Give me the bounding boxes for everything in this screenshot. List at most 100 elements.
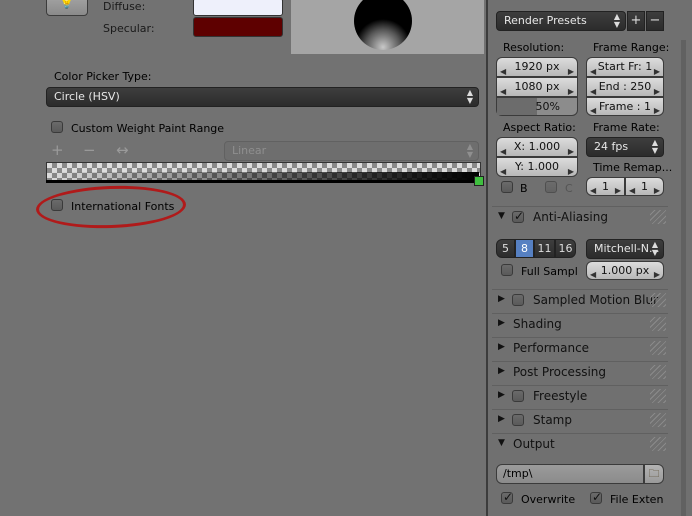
browse-folder-button[interactable]: 🗀	[644, 464, 664, 484]
minus-icon: −	[649, 13, 661, 28]
interpolation-dropdown[interactable]: Linear ▲ ▼	[224, 141, 479, 161]
dropdown-arrows-icon: ▲ ▼	[651, 240, 658, 257]
freestyle-title: Freestyle	[533, 389, 588, 403]
remove-stop-icon: −	[83, 141, 96, 159]
aspect-y-value: Y: 1.000	[515, 160, 559, 173]
custom-weight-label: Custom Weight Paint Range	[71, 122, 225, 135]
remap-old-field[interactable]: ◀ 1 ▶	[586, 177, 625, 196]
frame-step-value: Frame : 1	[599, 100, 651, 113]
time-remap-label: Time Remap...	[593, 161, 673, 174]
stamp-panel-header[interactable]: ▶ Stamp	[492, 409, 668, 431]
overwrite-label: Overwrite	[521, 493, 576, 506]
light-bulb-button[interactable]: 💡	[46, 0, 88, 16]
resolution-percent-slider[interactable]: 50%	[496, 97, 578, 116]
resolution-y-field[interactable]: ◀ 1080 px ▶	[496, 77, 578, 97]
frame-step-field[interactable]: ◀ Frame : 1 ▶	[586, 97, 664, 116]
filter-type-value: Mitchell-N...	[594, 242, 660, 255]
filter-size-value: 1.000 px	[600, 264, 650, 277]
light-bulb-icon: 💡	[58, 0, 76, 10]
post-processing-panel-header[interactable]: ▶ Post Processing	[492, 361, 668, 383]
aa-sample-5[interactable]: 5	[496, 239, 515, 258]
properties-scrollbar[interactable]	[681, 40, 686, 516]
stamp-title: Stamp	[533, 413, 572, 427]
drag-grip-icon[interactable]	[650, 317, 666, 331]
aspect-x-field[interactable]: ◀ X: 1.000 ▶	[496, 137, 578, 157]
performance-title: Performance	[513, 341, 590, 355]
resolution-percent-fill	[497, 98, 537, 115]
drag-grip-icon[interactable]	[650, 365, 666, 379]
specular-color-swatch[interactable]	[193, 17, 283, 37]
dropdown-arrows-icon: ▲ ▼	[651, 138, 658, 155]
aa-sample-16[interactable]: 16	[555, 239, 576, 258]
user-preferences-panel: 💡 Diffuse: Specular: Color Picker Type: …	[0, 0, 486, 516]
remap-new-value: 1	[641, 180, 648, 193]
frame-range-label: Frame Range:	[593, 41, 670, 54]
expanded-triangle-icon: ▼	[498, 211, 505, 221]
start-frame-field[interactable]: ◀ Start Fr: 1 ▶	[586, 57, 664, 77]
plus-icon: +	[630, 13, 642, 28]
custom-weight-checkbox[interactable]	[51, 121, 63, 133]
remove-preset-button[interactable]: −	[646, 11, 664, 31]
border-label: B	[520, 182, 528, 195]
drag-grip-icon[interactable]	[650, 413, 666, 427]
diffuse-color-swatch[interactable]	[193, 0, 283, 16]
end-frame-value: End : 250	[598, 80, 652, 93]
freestyle-checkbox[interactable]	[512, 390, 524, 402]
color-picker-type-dropdown[interactable]: Circle (HSV) ▲ ▼	[46, 87, 479, 107]
motion-blur-panel-header[interactable]: ▶ Sampled Motion Blur	[492, 289, 668, 311]
end-frame-field[interactable]: ◀ End : 250 ▶	[586, 77, 664, 97]
motion-blur-checkbox[interactable]	[512, 294, 524, 306]
overwrite-checkbox[interactable]	[501, 490, 513, 504]
dropdown-arrows-icon: ▲ ▼	[466, 88, 473, 105]
resolution-x-value: 1920 px	[514, 60, 560, 73]
drag-grip-icon[interactable]	[650, 341, 666, 355]
resolution-percent-value: 50%	[535, 100, 560, 113]
aa-sample-8[interactable]: 8	[515, 239, 534, 258]
color-picker-type-label: Color Picker Type:	[54, 70, 152, 83]
drag-grip-icon[interactable]	[650, 293, 666, 307]
aa-sample-11[interactable]: 11	[534, 239, 555, 258]
filter-type-dropdown[interactable]: Mitchell-N... ▲ ▼	[586, 239, 664, 259]
freestyle-panel-header[interactable]: ▶ Freestyle	[492, 385, 668, 407]
collapsed-triangle-icon: ▶	[498, 294, 505, 304]
output-title: Output	[513, 437, 555, 451]
crop-checkbox[interactable]	[545, 181, 557, 193]
frame-rate-value: 24 fps	[594, 140, 629, 153]
output-path-field[interactable]: /tmp\	[496, 464, 644, 484]
collapsed-triangle-icon: ▶	[498, 366, 505, 376]
file-extensions-checkbox[interactable]	[590, 490, 602, 504]
drag-grip-icon[interactable]	[650, 437, 666, 451]
color-ramp-edge	[46, 180, 479, 183]
full-sample-checkbox[interactable]	[501, 264, 513, 276]
drag-grip-icon[interactable]	[650, 210, 666, 224]
start-frame-value: Start Fr: 1	[597, 60, 653, 73]
stamp-checkbox[interactable]	[512, 414, 524, 426]
drag-grip-icon[interactable]	[650, 389, 666, 403]
aspect-y-field[interactable]: ◀ Y: 1.000 ▶	[496, 157, 578, 177]
highlight-annotation	[35, 183, 187, 231]
output-path-value: /tmp\	[503, 467, 533, 480]
frame-rate-dropdown[interactable]: 24 fps ▲ ▼	[586, 137, 664, 157]
output-panel-header[interactable]: ▼ Output	[492, 433, 668, 455]
interpolation-value: Linear	[232, 144, 267, 157]
dropdown-arrows-icon: ▲ ▼	[466, 142, 473, 159]
border-checkbox[interactable]	[501, 181, 513, 193]
remap-new-field[interactable]: ◀ 1 ▶	[625, 177, 664, 196]
frame-rate-label: Frame Rate:	[593, 121, 660, 134]
add-stop-icon: +	[51, 141, 64, 159]
resolution-x-field[interactable]: ◀ 1920 px ▶	[496, 57, 578, 77]
anti-aliasing-checkbox[interactable]	[512, 209, 524, 223]
flip-ramp-icon: ↔	[116, 141, 129, 159]
performance-panel-header[interactable]: ▶ Performance	[492, 337, 668, 359]
anti-aliasing-panel-header[interactable]: ▼ Anti-Aliasing	[492, 206, 668, 228]
collapsed-triangle-icon: ▶	[498, 342, 505, 352]
render-presets-dropdown[interactable]: Render Presets ▲ ▼	[496, 11, 626, 31]
filter-size-field[interactable]: ◀ 1.000 px ▶	[586, 261, 664, 280]
resolution-y-value: 1080 px	[514, 80, 560, 93]
post-processing-title: Post Processing	[513, 365, 606, 379]
shading-panel-header[interactable]: ▶ Shading	[492, 313, 668, 335]
expanded-triangle-icon: ▼	[498, 438, 505, 448]
render-presets-label: Render Presets	[504, 14, 587, 27]
add-preset-button[interactable]: +	[627, 11, 645, 31]
ramp-stop-handle[interactable]	[474, 176, 484, 186]
